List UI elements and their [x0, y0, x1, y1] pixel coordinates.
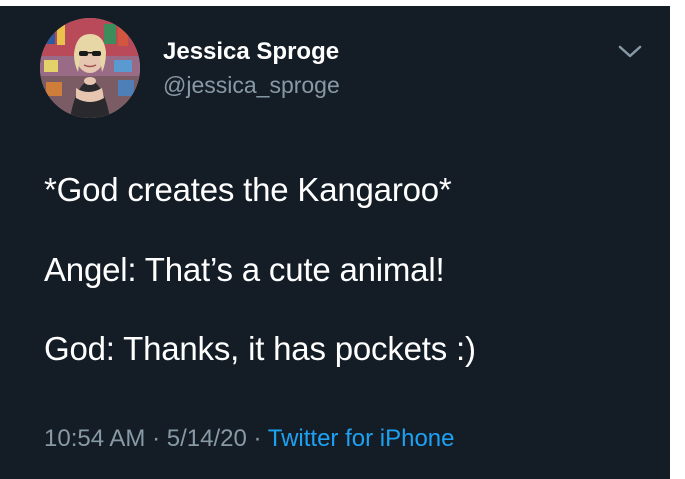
avatar[interactable] [40, 18, 140, 118]
timestamp-date[interactable]: 5/14/20 [167, 425, 247, 452]
screenshot-frame: Jessica Sproge @jessica_sproge *God crea… [0, 0, 685, 479]
display-name[interactable]: Jessica Sproge [163, 38, 339, 66]
tweet-text-line: *God creates the Kangaroo* [44, 171, 452, 208]
profile-photo-icon [40, 18, 140, 118]
source-link[interactable]: Twitter for iPhone [268, 425, 455, 452]
handle[interactable]: @jessica_sproge [163, 72, 340, 99]
tweet-text-line: Angel: That’s a cute animal! [44, 251, 445, 288]
tweet-meta: 10:54 AM · 5/14/20 · Twitter for iPhone [44, 425, 454, 453]
meta-separator: · [253, 425, 262, 452]
meta-separator: · [152, 425, 161, 452]
tweet-text-line: God: Thanks, it has pockets :) [44, 330, 476, 367]
timestamp-time[interactable]: 10:54 AM [44, 425, 145, 452]
tweet-card: Jessica Sproge @jessica_sproge *God crea… [0, 6, 670, 479]
chevron-down-icon[interactable] [616, 42, 644, 62]
